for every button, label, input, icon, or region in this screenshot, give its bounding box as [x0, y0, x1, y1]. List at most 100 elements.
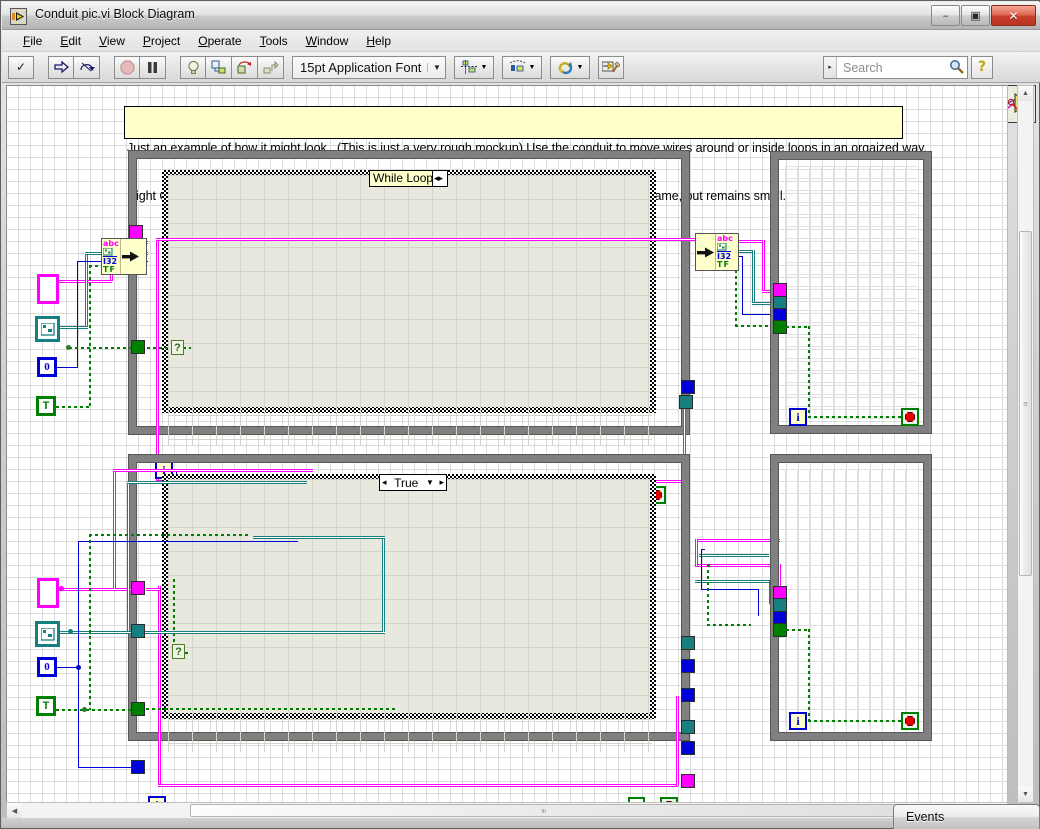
wire-string-case-bottom[interactable]	[158, 784, 678, 787]
wire-boolean-bottom-h2[interactable]	[89, 534, 249, 536]
wire-string-case-in[interactable]	[146, 588, 160, 591]
chevron-right-icon[interactable]: ▸	[439, 477, 446, 488]
scroll-left-button[interactable]: ◀	[7, 803, 22, 818]
wire-out-bool-bottom-v[interactable]	[707, 564, 709, 626]
tunnel-string-bottom-left[interactable]	[131, 581, 145, 595]
block-diagram-canvas[interactable]: Just an example of how it might look. (T…	[6, 85, 1008, 803]
wire-cluster-bottom-v[interactable]	[127, 481, 130, 631]
wire-out-bool-bottom-h[interactable]	[707, 624, 751, 626]
wire-topright-bool-h[interactable]	[786, 326, 810, 328]
step-over-button[interactable]	[232, 55, 258, 79]
menu-help[interactable]: Help	[357, 32, 400, 50]
wire-string-bottom-v[interactable]	[113, 469, 116, 589]
scroll-up-button[interactable]: ▲	[1018, 86, 1033, 101]
tunnel-cluster-bottomright[interactable]	[773, 598, 787, 612]
font-selector[interactable]: 15pt Application Font ▼	[292, 55, 447, 79]
wire-boolean-top-h[interactable]	[56, 406, 91, 408]
wire-out-int-bottom-v0[interactable]	[701, 549, 702, 590]
restore-button[interactable]: ▣	[961, 5, 990, 26]
wire-out-int-bottom-h[interactable]	[701, 589, 759, 590]
wire-numeric-top-h[interactable]	[57, 367, 78, 368]
tunnel-cluster-bottom-right[interactable]	[681, 636, 695, 650]
wire-string-bottom-h[interactable]	[59, 588, 133, 591]
step-out-button[interactable]	[258, 55, 284, 79]
wire-cluster-bottom-h2[interactable]	[127, 481, 307, 484]
run-button[interactable]: ✓	[8, 55, 34, 79]
chevron-down-icon[interactable]: ▼	[426, 478, 434, 487]
wire-cluster-top-v[interactable]	[85, 252, 88, 328]
wire-string-bottom-h2[interactable]	[113, 469, 313, 472]
cluster-control-top[interactable]	[35, 316, 60, 342]
wire-string-loop-top-edge[interactable]	[156, 238, 696, 241]
boolean-constant-bottom[interactable]: T	[36, 696, 56, 716]
wire-numeric-top-v[interactable]	[77, 261, 78, 367]
step-into-button[interactable]	[206, 55, 232, 79]
align-objects-dropdown[interactable]: ▼	[454, 55, 495, 79]
vertical-scroll-thumb[interactable]: ≡	[1019, 231, 1032, 576]
menu-file[interactable]: File	[14, 32, 51, 50]
wire-string-loop-left-top[interactable]	[156, 238, 159, 483]
numeric-constant-bottom[interactable]: 0	[37, 657, 57, 677]
run-continuously-button[interactable]	[48, 55, 74, 79]
help-button[interactable]: ?	[971, 56, 993, 79]
wire-out-string-bottom-v0[interactable]	[695, 539, 698, 566]
distribute-objects-dropdown[interactable]: ▼	[502, 55, 543, 79]
numeric-constant-top[interactable]: 0	[37, 357, 57, 377]
search-magnifier-icon[interactable]	[945, 59, 967, 77]
wire-numeric-bottom-h-down[interactable]	[78, 767, 138, 768]
conduit-node-output-top[interactable]: abc I32 TF	[695, 233, 739, 271]
tunnel-integer-bottom-right-3[interactable]	[681, 741, 695, 755]
case-structure-bottom[interactable]	[129, 455, 689, 740]
tunnel-string-topright[interactable]	[773, 283, 787, 297]
conduit-node-input-top[interactable]: abc I32 TF	[101, 238, 147, 275]
wire-numeric-bottom-h-up[interactable]	[78, 541, 298, 542]
wire-boolean-bottom-v2[interactable]	[173, 579, 175, 654]
while-loop-top[interactable]	[129, 151, 689, 434]
search-dropdown-icon[interactable]: ▸	[824, 57, 837, 78]
wire-boolean-top-v[interactable]	[89, 265, 91, 407]
wire-bottomright-bool-v[interactable]	[808, 629, 810, 722]
menu-operate[interactable]: Operate	[189, 32, 250, 50]
wire-out-int-bottom-v[interactable]	[758, 589, 759, 616]
boolean-constant-top[interactable]: T	[36, 396, 56, 416]
wire-out-bool-bottom-h0[interactable]	[707, 564, 711, 566]
search-input[interactable]: Search	[837, 61, 945, 75]
chevron-left-icon[interactable]: ◂	[380, 477, 387, 488]
wire-cluster-case-top[interactable]	[253, 536, 385, 539]
subdiagram-top-right[interactable]	[771, 152, 931, 433]
docked-events-window[interactable]: Events	[893, 804, 1040, 829]
while-loop-top-selector-arrows[interactable]: ◂ ▸	[432, 170, 448, 187]
case-selector-label[interactable]: True	[392, 476, 420, 490]
vertical-scrollbar[interactable]: ▲ ≡ ▼	[1017, 85, 1034, 803]
diagram-free-label[interactable]: Just an example of how it might look. (T…	[124, 106, 927, 203]
wire-cluster-case-in[interactable]	[145, 631, 385, 634]
tunnel-integer-bottom-right[interactable]	[681, 659, 695, 673]
wire-bottomright-bool-h[interactable]	[786, 629, 810, 631]
minimize-button[interactable]: –	[931, 5, 960, 26]
title-bar[interactable]: Conduit pic.vi Block Diagram – ▣ ✕	[2, 2, 1040, 30]
wire-topright-bool-h2[interactable]	[808, 416, 904, 418]
wire-out-cluster-bottom-h0[interactable]	[699, 554, 769, 557]
tunnel-boolean-bottom-left[interactable]	[131, 702, 145, 716]
wire-string-case-left[interactable]	[158, 586, 161, 786]
menu-window[interactable]: Window	[297, 32, 358, 50]
wire-string-case-right[interactable]	[676, 696, 679, 786]
tunnel-string-bottom-right[interactable]	[681, 774, 695, 788]
chevron-right-icon[interactable]: ▸	[439, 173, 444, 184]
wire-numeric-bottom-v-up[interactable]	[78, 541, 79, 667]
tunnel-cluster-bottom-left[interactable]	[131, 624, 145, 638]
tunnel-integer-bottom-left[interactable]	[131, 760, 145, 774]
question-mark-node-top[interactable]: ?	[171, 340, 184, 355]
wire-out-string-top-v[interactable]	[762, 240, 765, 292]
wire-boolean-bottom-h[interactable]	[56, 709, 141, 711]
wire-out-string-top-h[interactable]	[737, 240, 764, 243]
wire-out-bool-top-v[interactable]	[735, 264, 737, 326]
tunnel-boolean-bottomright[interactable]	[773, 623, 787, 637]
horizontal-scrollbar[interactable]: ◀ ≡ ▶	[6, 802, 1008, 819]
tunnel-boolean-top-left[interactable]	[131, 340, 145, 354]
tunnel-cluster-top-right[interactable]	[679, 395, 693, 409]
menu-project[interactable]: Project	[134, 32, 189, 50]
menu-view[interactable]: View	[90, 32, 134, 50]
search-box[interactable]: ▸ Search	[823, 56, 968, 79]
pause-button[interactable]	[140, 55, 166, 79]
